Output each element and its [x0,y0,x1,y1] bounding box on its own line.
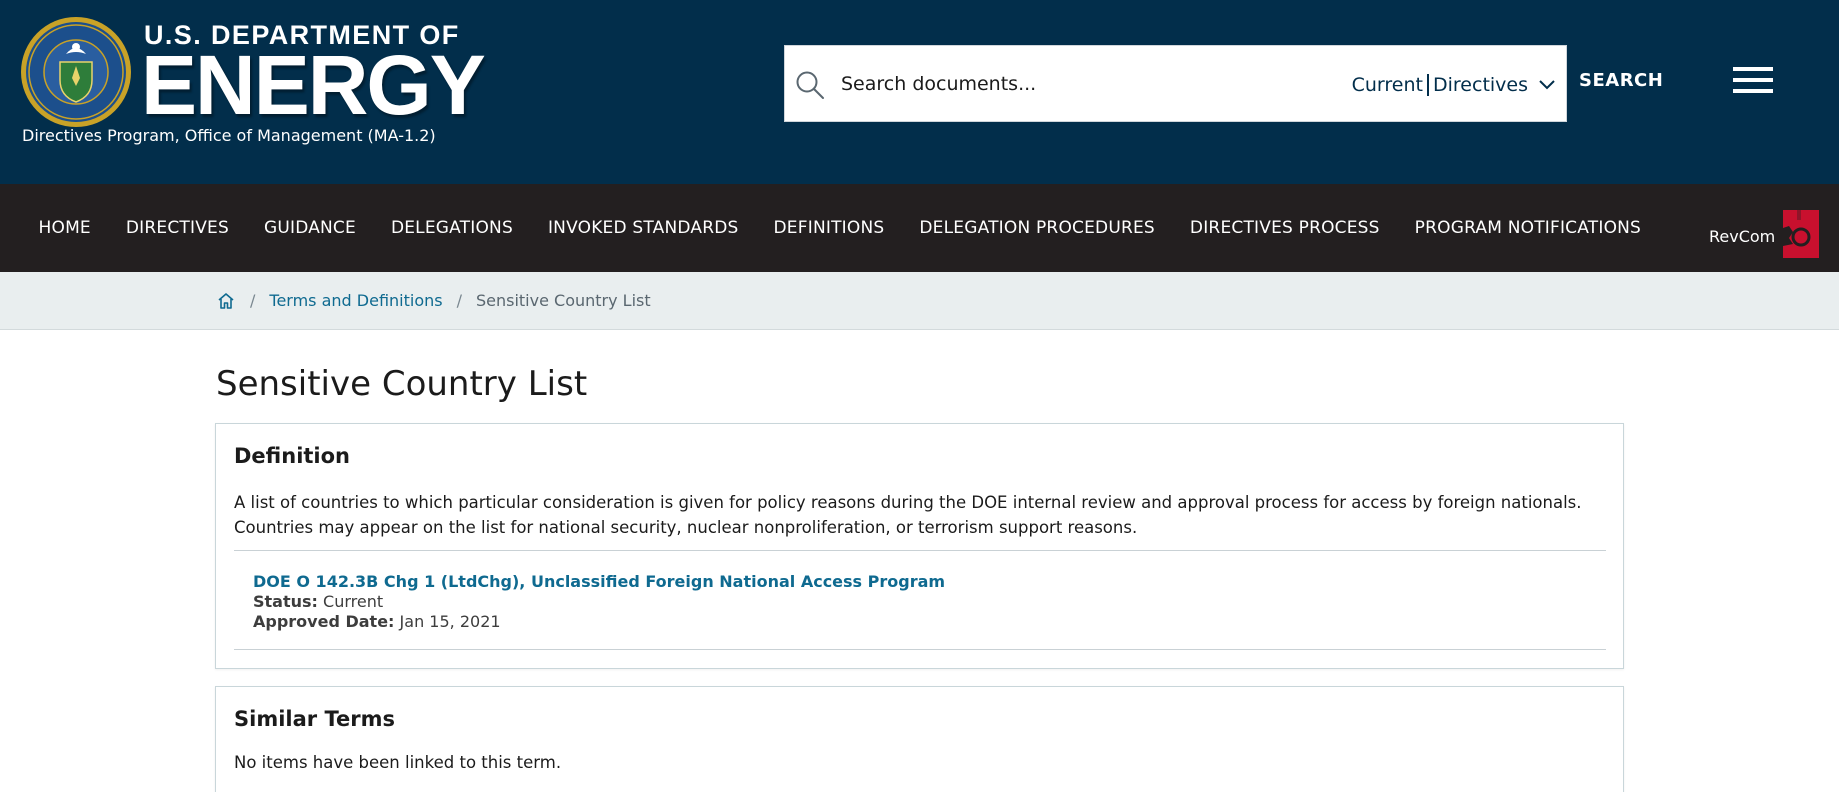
reference-item: DOE O 142.3B Chg 1 (LtdChg), Unclassifie… [253,572,945,632]
brand-subtitle: Directives Program, Office of Management… [22,126,436,145]
reference-approved-date: Approved Date: Jan 15, 2021 [253,612,945,632]
divider [234,649,1606,650]
scope-current-label: Current [1351,74,1423,96]
reference-document-link[interactable]: DOE O 142.3B Chg 1 (LtdChg), Unclassifie… [253,572,945,592]
nav-item-definitions[interactable]: DEFINITIONS [756,218,902,238]
nav-item-directives[interactable]: DIRECTIVES [108,218,246,238]
nav-item-home[interactable]: HOME [21,218,108,238]
nav-item-program-notifications[interactable]: PROGRAM NOTIFICATIONS [1397,218,1658,238]
breadcrumb-separator: / [456,291,462,310]
search-input[interactable] [841,64,1281,104]
definition-text: A list of countries to which particular … [234,493,1582,537]
breadcrumb: / Terms and Definitions / Sensitive Coun… [0,272,1839,330]
search-scope-dropdown[interactable]: Current Directives [1352,72,1556,98]
hamburger-bar [1733,78,1773,82]
search-bar: Current Directives [784,45,1567,122]
hamburger-bar [1733,67,1773,71]
similar-terms-card: Similar Terms No items have been linked … [215,686,1624,792]
breadcrumb-terms-link[interactable]: Terms and Definitions [269,291,442,310]
divider [234,550,1606,551]
site-header: U.S. DEPARTMENT OF ENERGY Directives Pro… [0,0,1839,184]
similar-terms-empty-text: No items have been linked to this term. [234,753,562,772]
revcom-link[interactable]: RevCom [1709,210,1820,258]
nav-items: HOME DIRECTIVES GUIDANCE DELEGATIONS INV… [21,184,1659,272]
nav-item-guidance[interactable]: GUIDANCE [246,218,373,238]
search-icon [796,71,824,99]
hamburger-bar [1733,89,1773,93]
chevron-down-icon [1539,80,1555,90]
approved-date-value: Jan 15, 2021 [399,612,501,631]
approved-date-label: Approved Date: [253,612,395,631]
breadcrumb-current: Sensitive Country List [475,291,651,310]
page-title: Sensitive Country List [216,364,588,404]
revcom-logo-icon [1783,210,1820,258]
nav-item-delegations[interactable]: DELEGATIONS [373,218,530,238]
similar-terms-heading: Similar Terms [234,707,395,731]
main-nav: HOME DIRECTIVES GUIDANCE DELEGATIONS INV… [0,184,1839,272]
nav-item-directives-process[interactable]: DIRECTIVES PROCESS [1172,218,1397,238]
nav-item-invoked-standards[interactable]: INVOKED STANDARDS [530,218,756,238]
scope-directives-label: Directives [1433,74,1528,96]
brand-energy-wordmark[interactable]: ENERGY [141,40,486,130]
status-value: Current [323,592,384,611]
doe-seal-icon[interactable] [20,16,132,128]
breadcrumb-separator: / [250,291,256,310]
search-button[interactable]: SEARCH [1579,70,1663,91]
menu-hamburger-icon[interactable] [1733,67,1773,97]
home-icon[interactable] [216,291,236,311]
nav-item-delegation-procedures[interactable]: DELEGATION PROCEDURES [902,218,1173,238]
status-label: Status: [253,592,318,611]
definition-heading: Definition [234,444,351,468]
definition-card: Definition A list of countries to which … [215,423,1624,669]
reference-status: Status: Current [253,592,945,612]
scope-divider [1427,74,1429,96]
revcom-label: RevCom [1709,226,1776,246]
